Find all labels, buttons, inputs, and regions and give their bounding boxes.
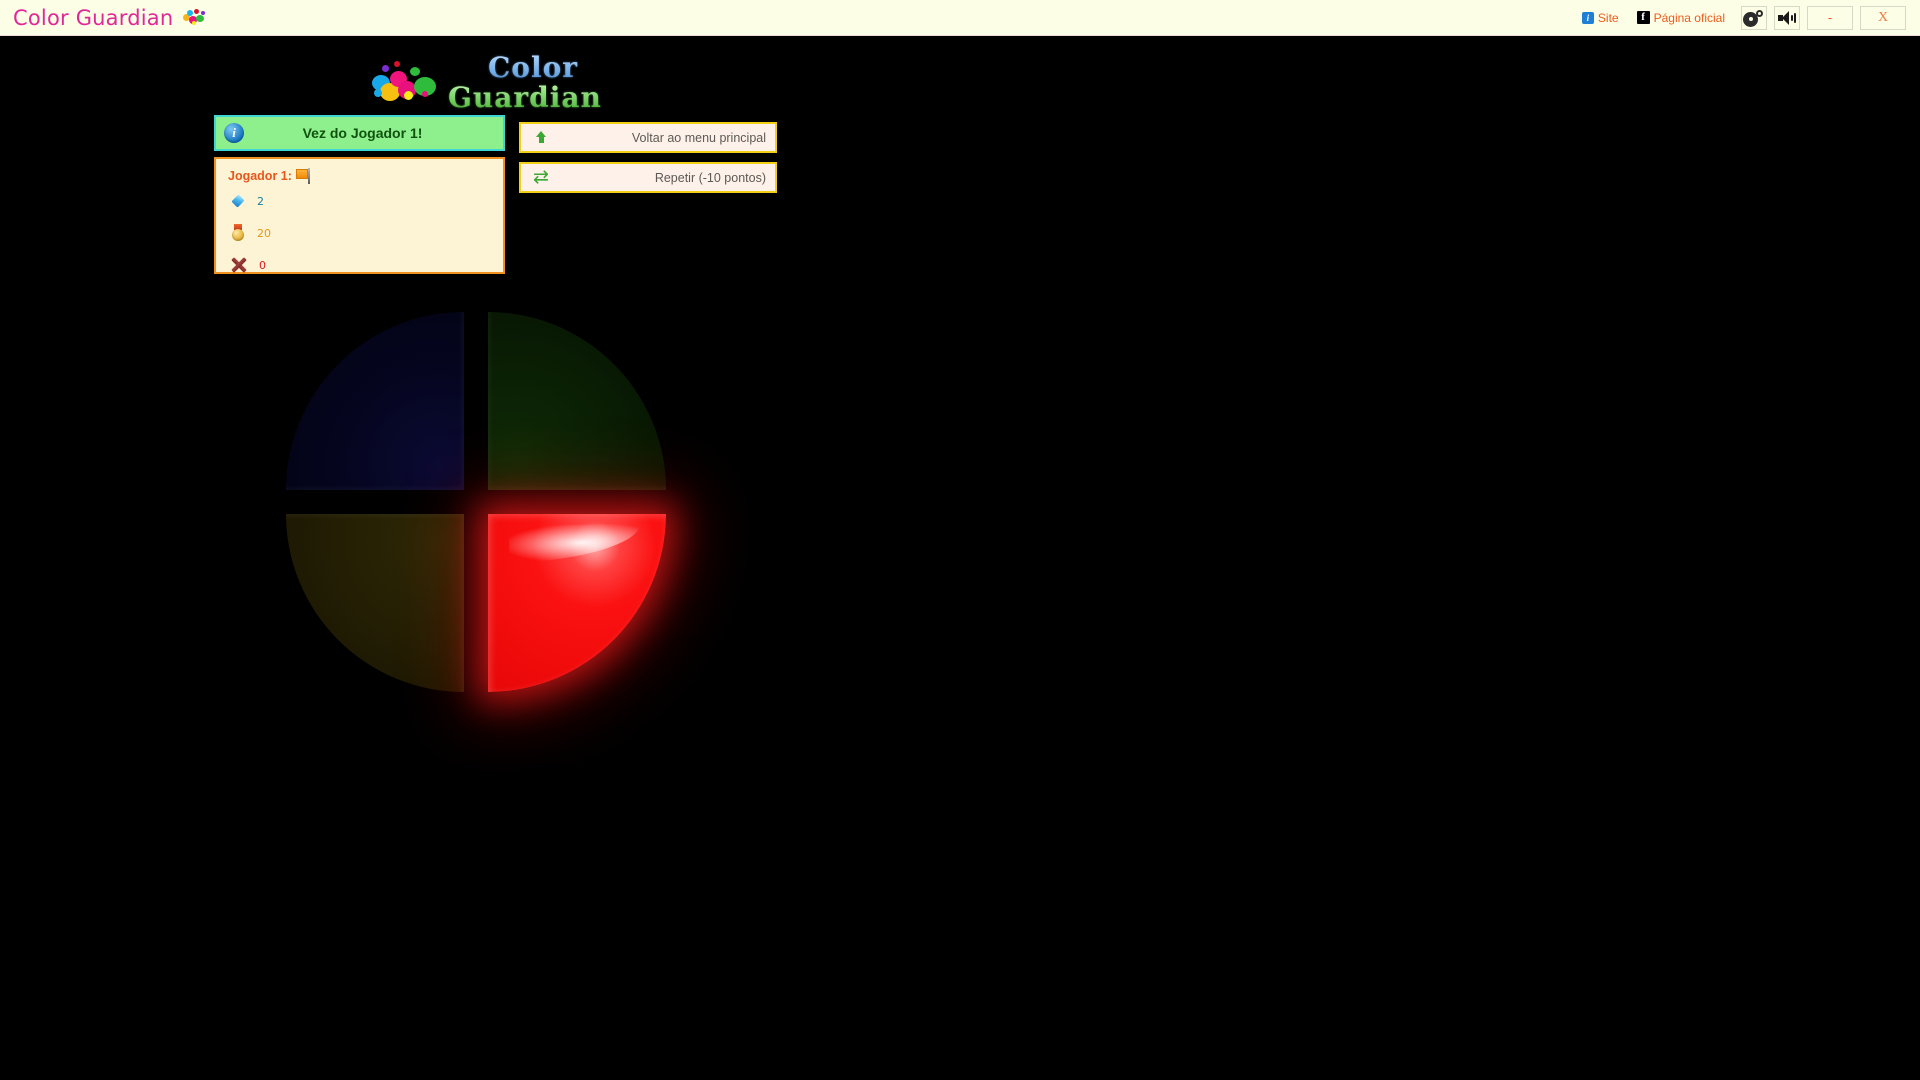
info-square-icon: i: [1581, 11, 1594, 24]
player-name-label: Jogador 1:: [228, 169, 292, 183]
repeat-label: Repetir (-10 pontos): [654, 170, 766, 185]
close-button[interactable]: X: [1860, 5, 1906, 30]
repeat-button[interactable]: ⇄ Repetir (-10 pontos): [519, 162, 777, 193]
errors-value: 0: [259, 258, 266, 272]
stat-row-errors: 0: [228, 249, 503, 281]
minimize-button[interactable]: -: [1807, 5, 1853, 30]
gear-icon: [1745, 9, 1763, 26]
back-to-main-menu-button[interactable]: Voltar ao menu principal: [519, 122, 777, 153]
site-link[interactable]: i Site: [1573, 4, 1628, 32]
sound-button[interactable]: [1774, 5, 1800, 30]
logo-line-1: Color: [488, 54, 602, 82]
title-bar-right: i Site f Página oficial - X: [1573, 0, 1920, 35]
level-value: 2: [257, 194, 264, 208]
red-quadrant[interactable]: [488, 514, 666, 692]
facebook-icon: f: [1636, 11, 1650, 24]
logo-line-2: Guardian: [448, 81, 602, 114]
app-title: Color Guardian: [13, 5, 174, 30]
status-banner: i Vez do Jogador 1!: [214, 115, 505, 151]
green-quadrant[interactable]: [488, 312, 666, 490]
up-arrow-icon: [526, 131, 556, 144]
back-to-main-menu-label: Voltar ao menu principal: [631, 130, 766, 145]
flag-icon: [295, 168, 311, 184]
game-logo: Color Guardian: [370, 52, 610, 114]
color-wheel-board: [286, 312, 666, 692]
status-text: Vez do Jogador 1!: [302, 125, 423, 141]
close-icon: X: [1877, 9, 1889, 25]
blue-quadrant[interactable]: [286, 312, 464, 490]
stat-row-score: 20: [228, 217, 503, 249]
medal-icon: [231, 224, 245, 242]
official-page-link[interactable]: f Página oficial: [1628, 4, 1734, 32]
player-name-row: Jogador 1:: [228, 167, 503, 185]
score-value: 20: [257, 226, 271, 240]
paint-splatter-icon: [182, 7, 208, 29]
paint-splatter-icon: [370, 57, 444, 109]
info-circle-icon: i: [224, 123, 244, 143]
player-info-panel: Jogador 1: 2 20 0: [214, 157, 505, 274]
yellow-quadrant[interactable]: [286, 514, 464, 692]
x-mark-icon: [231, 257, 247, 273]
minimize-icon: -: [1827, 10, 1833, 25]
official-page-label: Página oficial: [1653, 10, 1725, 25]
refresh-icon: ⇄: [533, 166, 549, 188]
gem-icon: [231, 193, 245, 209]
stat-row-level: 2: [228, 185, 503, 217]
speaker-icon: [1778, 10, 1796, 25]
title-bar: Color Guardian i Site f Página oficial -…: [0, 0, 1920, 36]
title-bar-left: Color Guardian: [0, 6, 208, 30]
site-link-label: Site: [1597, 10, 1619, 25]
settings-button[interactable]: [1741, 5, 1767, 30]
